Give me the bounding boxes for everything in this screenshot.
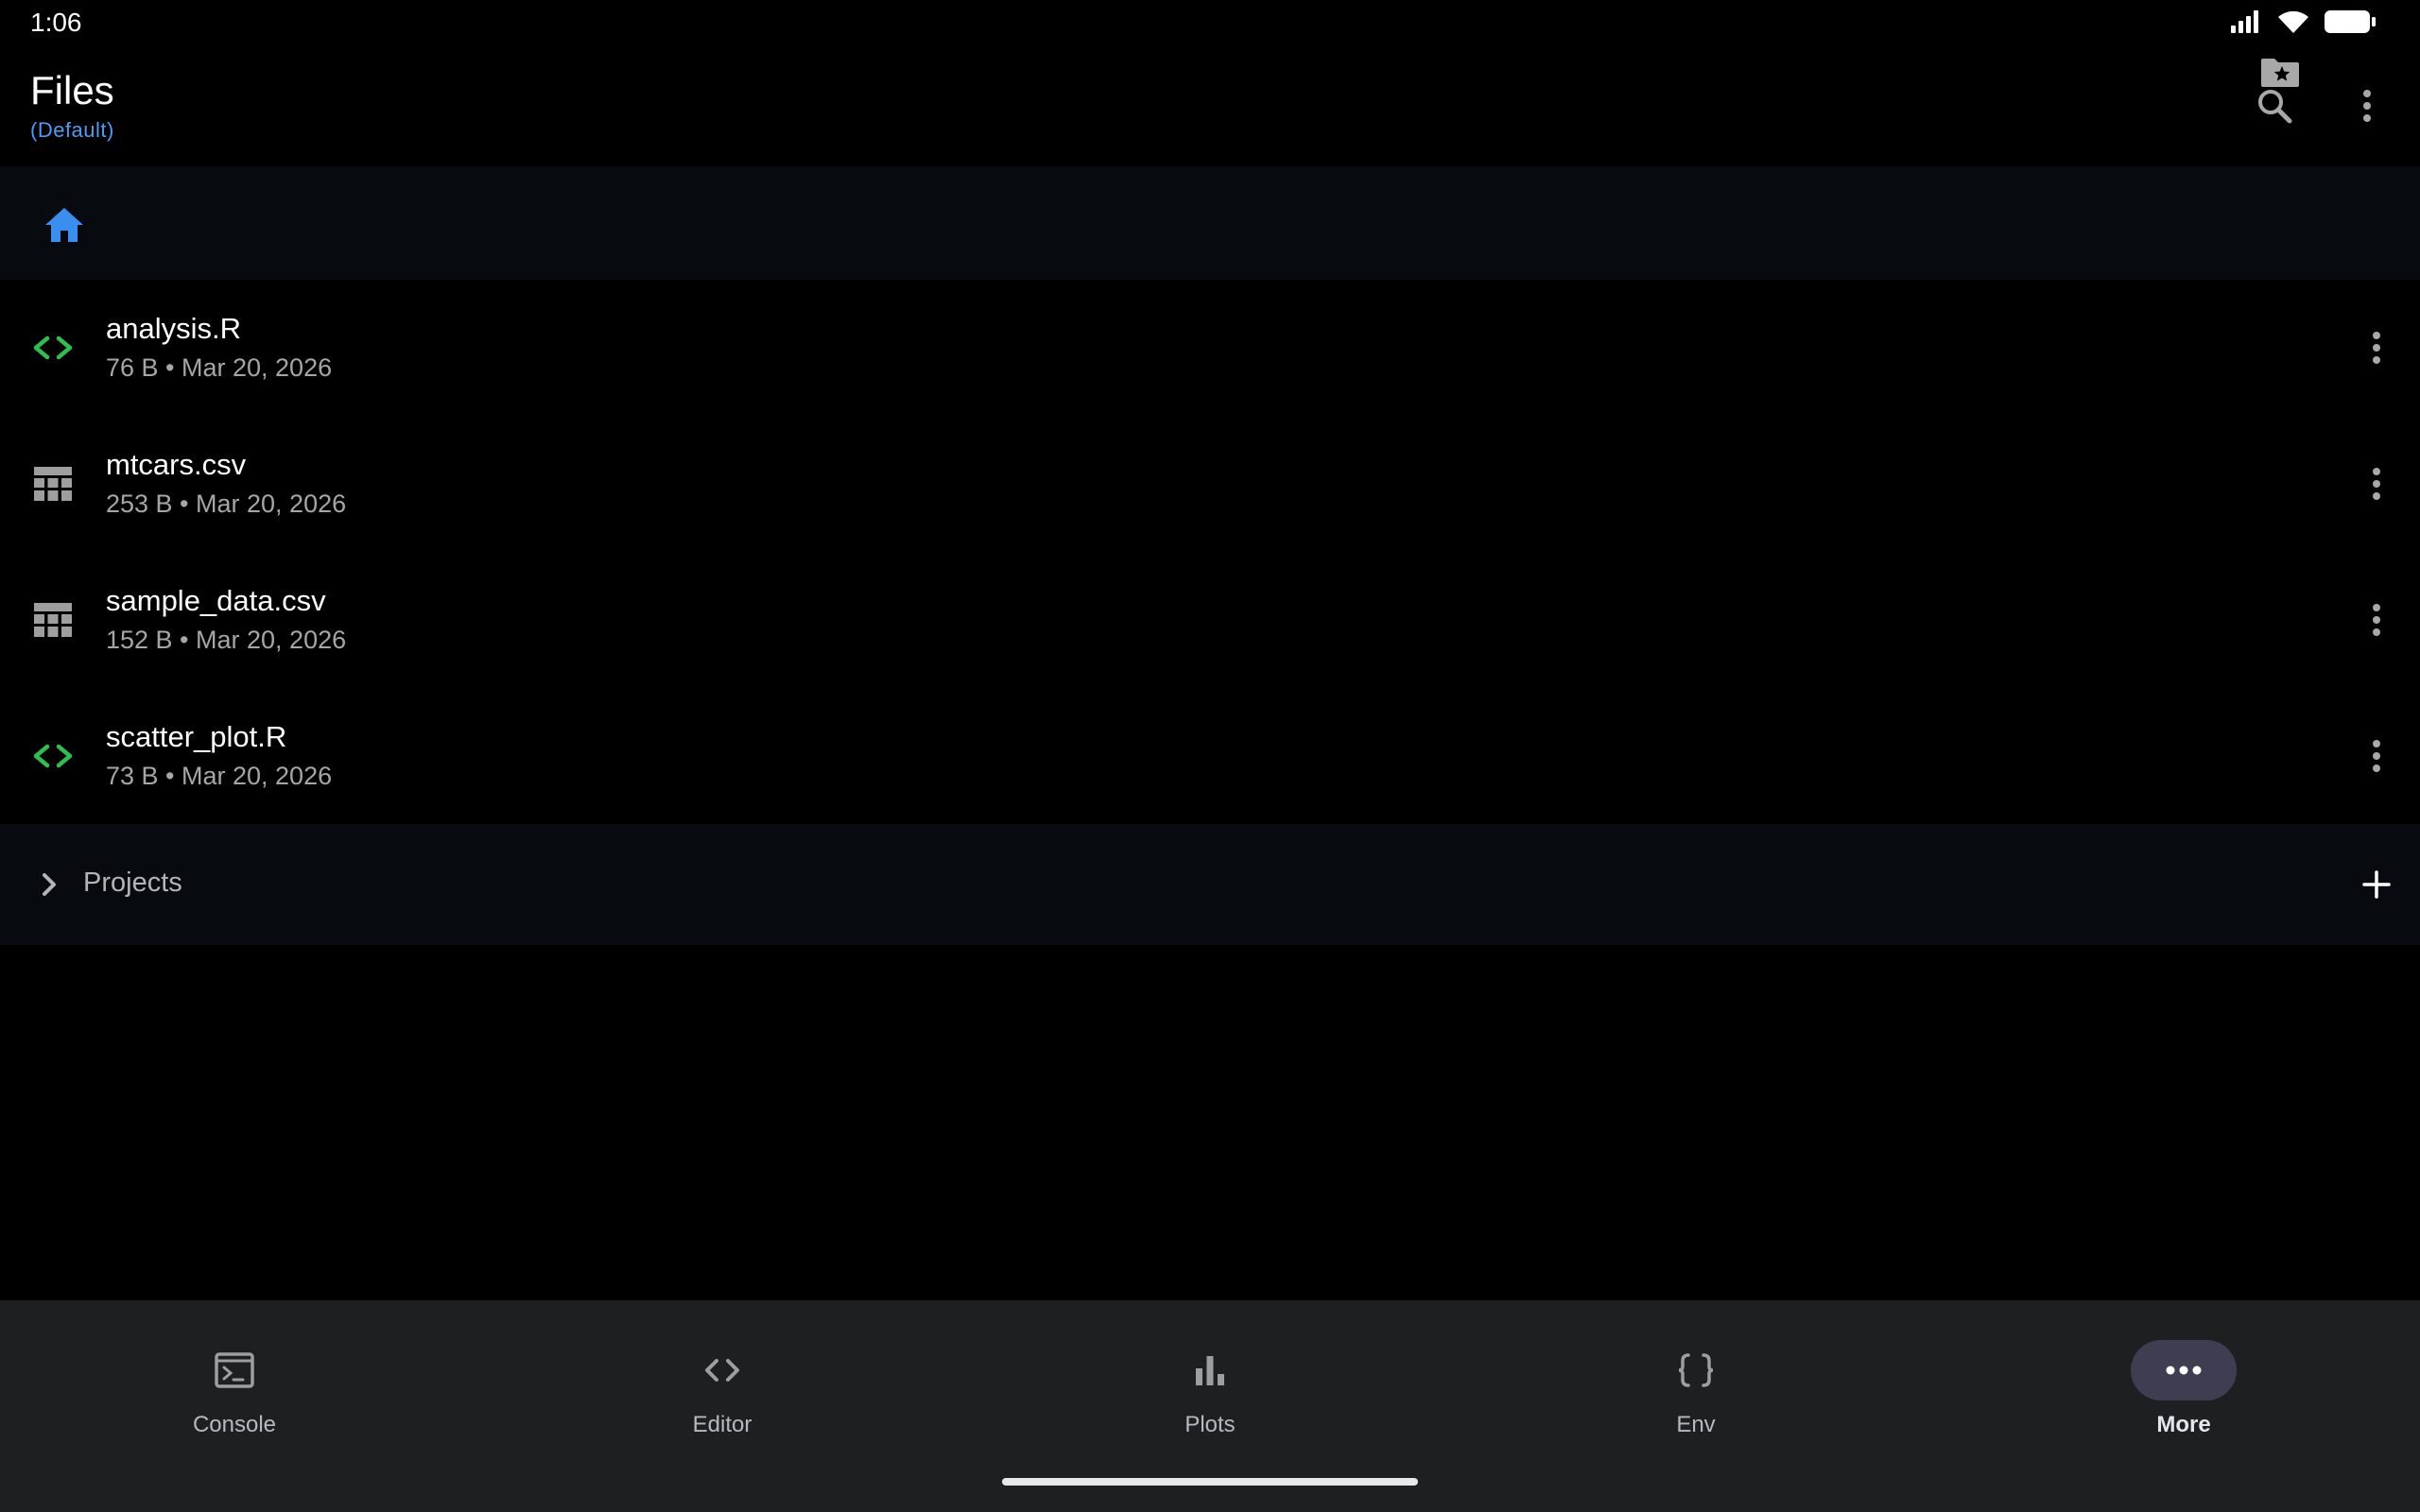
nav-item-plots[interactable]: Plots: [1068, 1321, 1352, 1437]
nav-pill: [182, 1340, 287, 1400]
search-icon: [2256, 87, 2293, 125]
nav-item-console[interactable]: Console: [93, 1321, 376, 1437]
nav-label: Console: [192, 1412, 277, 1437]
file-name: sample_data.csv: [106, 584, 326, 617]
more-vert-icon: [2371, 739, 2382, 773]
code-icon: [30, 325, 76, 370]
nav-pill: [669, 1340, 775, 1400]
status-icons: [2231, 9, 2377, 35]
nav-label: Editor: [692, 1412, 752, 1437]
file-list: analysis.R 76 B • Mar 20, 2026 mtcars.cs…: [0, 280, 2420, 824]
nav-pill: [1157, 1340, 1263, 1400]
add-project-button[interactable]: [2350, 858, 2403, 911]
nav-label: Plots: [1184, 1412, 1236, 1437]
breadcrumb: [0, 166, 2420, 280]
list-item[interactable]: scatter_plot.R 73 B • Mar 20, 2026: [0, 688, 2420, 824]
page-subtitle: (Default): [30, 118, 114, 142]
file-name: mtcars.csv: [106, 448, 247, 481]
file-meta: 73 B • Mar 20, 2026: [106, 762, 333, 790]
wifi-icon: [2276, 9, 2310, 35]
nav-pill-active: [2131, 1340, 2237, 1400]
cellular-signal-icon: [2231, 9, 2263, 35]
page-title: Files: [30, 68, 114, 112]
battery-icon: [2324, 9, 2377, 35]
file-name: scatter_plot.R: [106, 720, 287, 753]
file-meta: 152 B • Mar 20, 2026: [106, 626, 347, 654]
list-item[interactable]: sample_data.csv 152 B • Mar 20, 2026: [0, 552, 2420, 688]
projects-label: Projects: [83, 868, 182, 898]
chevron-right-icon: [34, 866, 64, 903]
nav-item-env[interactable]: Env: [1554, 1321, 1838, 1437]
code-icon: [701, 1351, 743, 1389]
terminal-icon: [214, 1351, 255, 1389]
nav-pill: [1643, 1340, 1749, 1400]
home-indicator: [1002, 1478, 1418, 1486]
more-vert-icon: [2371, 331, 2382, 365]
home-icon: [42, 202, 87, 248]
table-icon: [30, 461, 76, 507]
nav-label: More: [2156, 1412, 2211, 1437]
file-name: analysis.R: [106, 312, 241, 345]
table-icon: [30, 597, 76, 643]
search-button-target[interactable]: [2248, 79, 2301, 132]
more-vert-icon: [2371, 467, 2382, 501]
list-item[interactable]: mtcars.csv 253 B • Mar 20, 2026: [0, 416, 2420, 552]
bar-chart-icon: [1191, 1351, 1229, 1389]
file-menu-button[interactable]: [2350, 457, 2403, 510]
file-meta: 76 B • Mar 20, 2026: [106, 353, 333, 382]
list-item[interactable]: analysis.R 76 B • Mar 20, 2026: [0, 280, 2420, 416]
file-meta: 253 B • Mar 20, 2026: [106, 490, 347, 518]
overflow-menu-button[interactable]: [2341, 79, 2394, 132]
file-menu-button[interactable]: [2350, 593, 2403, 646]
braces-icon: [1675, 1351, 1717, 1389]
more-vert-icon: [2371, 603, 2382, 637]
more-horiz-icon: [2165, 1365, 2203, 1376]
more-vert-icon: [2361, 89, 2373, 123]
file-menu-button[interactable]: [2350, 321, 2403, 374]
file-menu-button[interactable]: [2350, 730, 2403, 782]
status-time: 1:06: [30, 8, 82, 37]
plus-icon: [2361, 869, 2392, 900]
nav-label: Env: [1676, 1412, 1716, 1437]
projects-section[interactable]: Projects: [0, 824, 2420, 945]
home-button[interactable]: [42, 202, 87, 248]
status-bar: 1:06: [0, 0, 2420, 45]
app-header: Files (Default): [0, 45, 2420, 166]
nav-item-more[interactable]: More: [2042, 1321, 2325, 1437]
nav-item-editor[interactable]: Editor: [580, 1321, 864, 1437]
code-icon: [30, 733, 76, 779]
